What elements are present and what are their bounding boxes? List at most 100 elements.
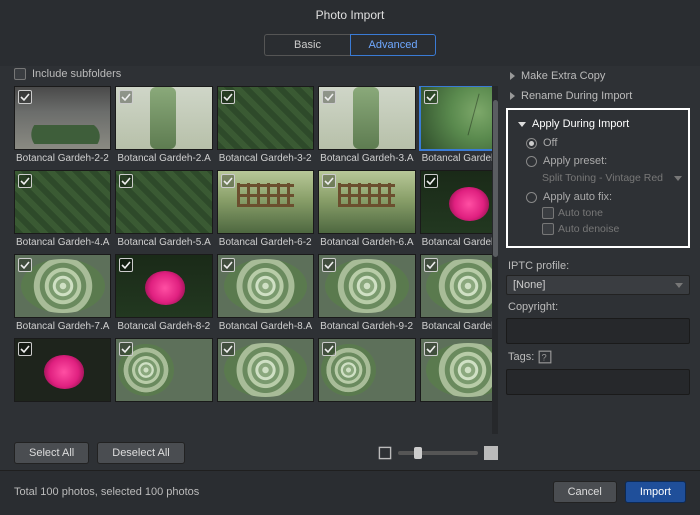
thumbnail-checkmark[interactable] xyxy=(424,342,438,356)
thumbnail-checkmark[interactable] xyxy=(18,174,32,188)
include-subfolders-label: Include subfolders xyxy=(32,68,121,80)
thumbnail-image[interactable] xyxy=(115,86,212,150)
thumbnail-checkmark[interactable] xyxy=(119,90,133,104)
thumbnail-image[interactable] xyxy=(14,338,111,402)
thumbnail-image[interactable] xyxy=(14,86,111,150)
thumbnail-image[interactable] xyxy=(420,338,498,402)
apply-autofix-row[interactable]: Apply auto fix: xyxy=(514,188,682,206)
deselect-all-button[interactable]: Deselect All xyxy=(97,442,184,464)
auto-tone-row[interactable]: Auto tone xyxy=(514,206,682,222)
thumbnail-checkmark[interactable] xyxy=(119,258,133,272)
thumbnail-checkmark[interactable] xyxy=(322,174,336,188)
thumbnail-cell[interactable]: Botancal Gardeh-6-2 xyxy=(217,170,314,250)
radio-preset[interactable] xyxy=(526,156,537,167)
thumbnail-image[interactable] xyxy=(115,254,212,318)
thumbnail-cell[interactable]: Botancal Gardeh-4.A xyxy=(14,170,111,250)
thumbnail-image[interactable] xyxy=(420,170,498,234)
thumbnail-cell[interactable]: Botancal Gardeh-7.A xyxy=(14,254,111,334)
thumbnail-cell[interactable]: Botancal Gardeh-2.A xyxy=(115,86,212,166)
radio-off[interactable] xyxy=(526,138,537,149)
grid-scrollbar[interactable] xyxy=(492,86,498,434)
thumbnail-checkmark[interactable] xyxy=(221,258,235,272)
apply-off-row[interactable]: Off xyxy=(514,134,682,152)
thumbnail-checkmark[interactable] xyxy=(424,90,438,104)
cancel-button[interactable]: Cancel xyxy=(553,481,617,503)
tags-input[interactable] xyxy=(506,369,690,395)
auto-tone-checkbox[interactable] xyxy=(542,207,554,219)
thumbnail-checkmark[interactable] xyxy=(18,90,32,104)
thumbnail-caption: Botancal Gardeh-3.A xyxy=(318,150,415,166)
thumbnail-image[interactable] xyxy=(318,338,415,402)
include-subfolders-checkbox[interactable] xyxy=(14,68,26,80)
thumbnail-checkmark[interactable] xyxy=(221,174,235,188)
thumbnail-image[interactable] xyxy=(217,254,314,318)
import-button[interactable]: Import xyxy=(625,481,686,503)
tab-basic[interactable]: Basic xyxy=(264,34,350,56)
select-all-button[interactable]: Select All xyxy=(14,442,89,464)
thumbnail-image[interactable] xyxy=(115,170,212,234)
thumbnail-cell[interactable] xyxy=(115,338,212,402)
thumbnail-cell[interactable] xyxy=(420,338,498,402)
thumbnail-image[interactable] xyxy=(318,254,415,318)
include-subfolders-row[interactable]: Include subfolders xyxy=(14,66,498,86)
radio-autofix[interactable] xyxy=(526,192,537,203)
thumbnail-cell[interactable]: Botancal Gardeh-6.A xyxy=(318,170,415,250)
thumbnail-cell[interactable]: Botancal Gardeh-9.A xyxy=(420,254,498,334)
iptc-select[interactable]: [None] xyxy=(506,275,690,295)
thumbnail-image[interactable] xyxy=(217,170,314,234)
thumbnail-image[interactable] xyxy=(115,338,212,402)
tags-label: Tags: xyxy=(508,351,534,363)
thumbnail-caption: Botancal Gardeh-4.A xyxy=(14,234,111,250)
thumbnail-image[interactable] xyxy=(318,86,415,150)
auto-denoise-checkbox[interactable] xyxy=(542,223,554,235)
thumbnail-checkmark[interactable] xyxy=(119,174,133,188)
thumbnail-checkmark[interactable] xyxy=(221,342,235,356)
thumbnail-image[interactable] xyxy=(420,86,498,150)
thumbnail-cell[interactable]: Botancal Gardeh-4-2 xyxy=(420,86,498,166)
thumbnail-checkmark[interactable] xyxy=(322,342,336,356)
panel-label: Apply During Import xyxy=(532,118,629,130)
thumbnail-cell[interactable]: Botancal Gardeh-7-2 xyxy=(420,170,498,250)
thumbnail-checkmark[interactable] xyxy=(424,258,438,272)
thumbnail-image[interactable] xyxy=(14,254,111,318)
thumb-small-icon[interactable] xyxy=(378,446,392,460)
thumbnail-cell[interactable]: Botancal Gardeh-3-2 xyxy=(217,86,314,166)
thumbnail-cell[interactable] xyxy=(217,338,314,402)
panel-make-extra-copy[interactable]: Make Extra Copy xyxy=(506,66,690,86)
thumbnail-image[interactable] xyxy=(217,86,314,150)
thumbnail-checkmark[interactable] xyxy=(424,174,438,188)
thumbnail-caption: Botancal Gardeh-4-2 xyxy=(420,150,498,166)
thumbnail-checkmark[interactable] xyxy=(18,342,32,356)
thumbnail-image[interactable] xyxy=(14,170,111,234)
thumbnail-cell[interactable]: Botancal Gardeh-9-2 xyxy=(318,254,415,334)
thumbnail-image[interactable] xyxy=(318,170,415,234)
thumbnail-cell[interactable]: Botancal Gardeh-2-2 xyxy=(14,86,111,166)
preset-select[interactable]: Split Toning - Vintage Red xyxy=(514,170,682,188)
thumbnail-checkmark[interactable] xyxy=(322,258,336,272)
thumbnail-cell[interactable] xyxy=(14,338,111,402)
thumb-large-icon[interactable] xyxy=(484,446,498,460)
thumbnail-image[interactable] xyxy=(217,338,314,402)
tab-advanced[interactable]: Advanced xyxy=(350,34,436,56)
thumbnail-image[interactable] xyxy=(420,254,498,318)
thumbnail-checkmark[interactable] xyxy=(322,90,336,104)
copyright-input[interactable] xyxy=(506,318,690,344)
thumbnail-cell[interactable] xyxy=(318,338,415,402)
chevron-right-icon xyxy=(510,72,515,80)
thumb-size-slider[interactable] xyxy=(398,451,478,455)
tags-help-icon[interactable]: ? xyxy=(538,350,552,364)
auto-denoise-row[interactable]: Auto denoise xyxy=(514,222,682,238)
thumbnail-cell[interactable]: Botancal Gardeh-3.A xyxy=(318,86,415,166)
thumbnail-checkmark[interactable] xyxy=(221,90,235,104)
thumbnail-caption: Botancal Gardeh-8.A xyxy=(217,318,314,334)
thumbnail-checkmark[interactable] xyxy=(18,258,32,272)
thumbnail-cell[interactable]: Botancal Gardeh-8-2 xyxy=(115,254,212,334)
panel-apply-header[interactable]: Apply During Import xyxy=(514,114,682,134)
panel-rename-during-import[interactable]: Rename During Import xyxy=(506,86,690,106)
thumbnail-caption: Botancal Gardeh-2-2 xyxy=(14,150,111,166)
thumbnail-checkmark[interactable] xyxy=(119,342,133,356)
thumbnail-cell[interactable]: Botancal Gardeh-8.A xyxy=(217,254,314,334)
apply-preset-row[interactable]: Apply preset: xyxy=(514,152,682,170)
thumbnail-size-control xyxy=(378,446,498,460)
thumbnail-cell[interactable]: Botancal Gardeh-5.A xyxy=(115,170,212,250)
